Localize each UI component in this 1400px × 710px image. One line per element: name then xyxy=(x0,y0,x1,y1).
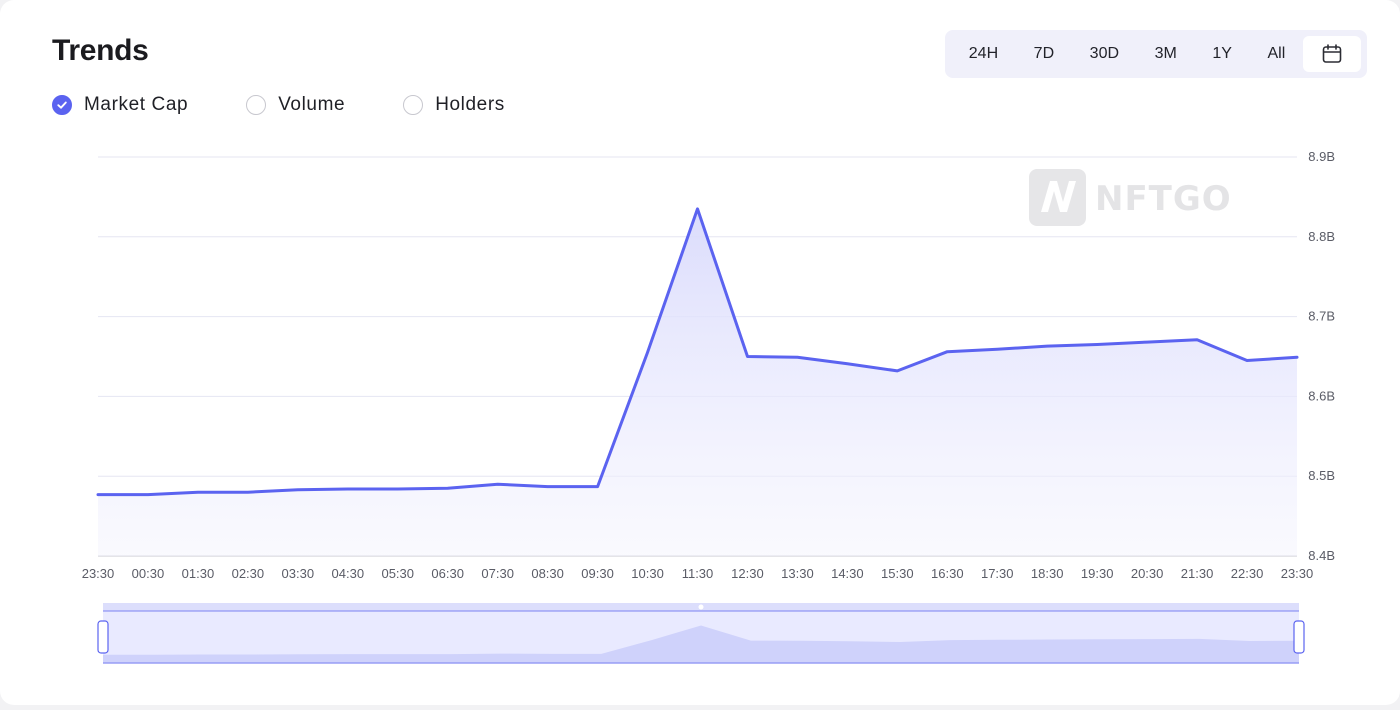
range-slider-left-handle[interactable] xyxy=(97,620,109,654)
x-tick-label: 19:30 xyxy=(1081,566,1114,581)
trends-card: Trends 24H 7D 30D 3M 1Y All Market Cap V… xyxy=(0,0,1400,705)
y-tick-label: 8.4B xyxy=(1308,548,1335,563)
x-tick-label: 23:30 xyxy=(1281,566,1314,581)
x-tick-label: 17:30 xyxy=(981,566,1014,581)
x-tick-label: 10:30 xyxy=(631,566,664,581)
range-slider-right-handle[interactable] xyxy=(1293,620,1305,654)
x-axis-ticks: 23:30 00:30 01:30 02:30 03:30 04:30 05:30 06:30… xyxy=(82,566,1314,581)
y-tick-label: 8.7B xyxy=(1308,309,1335,324)
x-tick-label: 21:30 xyxy=(1181,566,1214,581)
y-tick-label: 8.8B xyxy=(1308,229,1335,244)
x-tick-label: 18:30 xyxy=(1031,566,1064,581)
range-slider[interactable] xyxy=(97,603,1305,664)
x-tick-label: 16:30 xyxy=(931,566,964,581)
area-fill xyxy=(98,208,1297,556)
x-tick-label: 23:30 xyxy=(82,566,115,581)
x-tick-label: 01:30 xyxy=(182,566,215,581)
x-tick-label: 02:30 xyxy=(232,566,265,581)
watermark-text: NFTGO xyxy=(1095,179,1232,219)
x-tick-label: 08:30 xyxy=(531,566,564,581)
x-tick-label: 00:30 xyxy=(132,566,165,581)
x-tick-label: 09:30 xyxy=(581,566,614,581)
x-tick-label: 15:30 xyxy=(881,566,914,581)
x-tick-label: 14:30 xyxy=(831,566,864,581)
x-tick-label: 12:30 xyxy=(731,566,764,581)
x-tick-label: 20:30 xyxy=(1131,566,1164,581)
y-tick-label: 8.6B xyxy=(1308,388,1335,403)
nftgo-watermark: NFTGO xyxy=(1029,169,1232,226)
y-axis-ticks: 8.4B 8.5B 8.6B 8.7B 8.8B 8.9B xyxy=(1308,149,1335,563)
area-fill-path xyxy=(98,208,1297,556)
market-cap-chart: NFTGO 8.4B 8.5B 8.6B 8.7B 8.8B 8.9B 23:30 00:3… xyxy=(82,149,1335,664)
range-slider-drag-dot[interactable] xyxy=(698,604,704,610)
x-tick-label: 11:30 xyxy=(682,566,714,581)
y-tick-label: 8.9B xyxy=(1308,149,1335,164)
x-tick-label: 06:30 xyxy=(431,566,464,581)
x-tick-label: 13:30 xyxy=(781,566,814,581)
y-tick-label: 8.5B xyxy=(1308,468,1335,483)
x-tick-label: 04:30 xyxy=(332,566,365,581)
x-tick-label: 05:30 xyxy=(381,566,414,581)
x-tick-label: 22:30 xyxy=(1231,566,1264,581)
x-tick-label: 07:30 xyxy=(481,566,514,581)
x-tick-label: 03:30 xyxy=(282,566,315,581)
